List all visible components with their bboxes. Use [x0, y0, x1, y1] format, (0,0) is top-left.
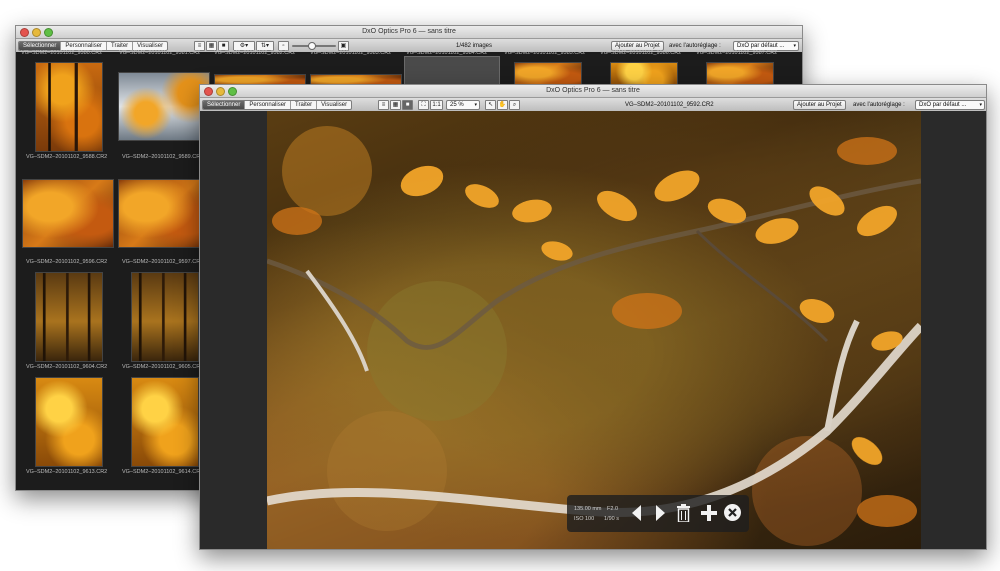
chevron-down-icon: ▾ [474, 102, 477, 108]
single-view-icon[interactable]: ■ [402, 100, 413, 110]
workflow-tabs: Sélectionner Personnaliser Traiter Visua… [202, 100, 353, 110]
autoreglage-label: avec l'autoréglage : [853, 102, 905, 108]
titlebar: DxO Optics Pro 6 — sans titre [200, 85, 986, 98]
thumbnail-size-slider[interactable] [292, 42, 336, 50]
thumbnail[interactable] [118, 72, 210, 141]
thumb-label: VG–SDM2–20101102_9589.CR2 [122, 154, 204, 160]
thumb-label: VG–SDM2–20101102_9588.CR2 [26, 154, 108, 160]
toolbar: Sélectionner Personnaliser Traiter Visua… [200, 98, 986, 112]
fit-screen-icon[interactable]: ⛶ [418, 100, 429, 110]
thumb-label: VG–SDM2–20101102_9605.CR2 [122, 364, 204, 370]
thumb-label: VG–SDM2–20101102_9586.CR2 [600, 50, 682, 56]
preview-image[interactable]: 135.00 mm F2.0 ISO 100 1/90 s [267, 111, 921, 549]
thumb-label: VG–SDM2–20101102_9587.CR2 [696, 50, 778, 56]
add-to-project-button[interactable]: Ajouter au Projet [793, 100, 846, 110]
pointer-tool-icon[interactable]: ↖ [485, 100, 496, 110]
thumbnail[interactable] [131, 377, 199, 467]
tab-traiter[interactable]: Traiter [291, 101, 318, 109]
info-overlay: 135.00 mm F2.0 ISO 100 1/90 s [567, 495, 749, 532]
tab-selectionner[interactable]: Sélectionner [203, 101, 246, 109]
thumb-label: VG–SDM2–20101102_9613.CR2 [26, 469, 108, 475]
tab-visualiser[interactable]: Visualiser [133, 42, 167, 50]
tab-selectionner[interactable]: Sélectionner [19, 42, 62, 50]
window-title: DxO Optics Pro 6 — sans titre [546, 87, 640, 94]
tab-traiter[interactable]: Traiter [107, 42, 134, 50]
chevron-down-icon: ▾ [793, 43, 796, 49]
zoom-value: 25 % [450, 102, 464, 108]
tab-personnaliser[interactable]: Personnaliser [245, 101, 292, 109]
thumb-label: VG–SDM2–20101102_9596.CR2 [26, 259, 108, 265]
thumb-label: VG–SDM2–20101102_9583.CR2 [310, 50, 392, 56]
thumbnail[interactable] [35, 272, 103, 362]
thumbnail[interactable] [35, 62, 103, 152]
tab-personnaliser[interactable]: Personnaliser [61, 42, 108, 50]
window-title: DxO Optics Pro 6 — sans titre [362, 28, 456, 35]
shutter-speed: 1/90 s [604, 516, 619, 522]
zoom-select[interactable]: 25 % ▾ [446, 100, 480, 110]
thumbnail[interactable] [22, 179, 114, 248]
grid-view-icon[interactable]: ▦ [390, 100, 401, 110]
thumb-label: VG–SDM2–20101102_9597.CR2 [122, 259, 204, 265]
thumbnail[interactable] [35, 377, 103, 467]
focal-length: 135.00 mm [574, 506, 602, 512]
thumbnail[interactable] [131, 272, 199, 362]
list-view-icon[interactable]: ≡ [378, 100, 389, 110]
zoom-tool-icon[interactable]: ⌕ [509, 100, 520, 110]
tab-visualiser[interactable]: Visualiser [317, 101, 351, 109]
image-viewer: 135.00 mm F2.0 ISO 100 1/90 s [200, 111, 986, 549]
slider-knob[interactable] [308, 42, 316, 50]
thumb-label: VG–SDM2–20101102_9604.CR2 [26, 364, 108, 370]
chevron-down-icon: ▾ [979, 102, 982, 108]
thumb-label: VG–SDM2–20101102_9581.CR2 [119, 50, 201, 56]
current-filename: VG–SDM2–20101102_9592.CR2 [625, 102, 714, 108]
thumb-label: VG–SDM2–20101102_9580.CR2 [21, 50, 103, 56]
preset-value: DxO par défaut ... [737, 43, 785, 49]
thumb-label: VG–SDM2–20101102_9582.CR2 [214, 50, 296, 56]
preset-select[interactable]: DxO par défaut ... ▾ [915, 100, 985, 110]
thumb-label: VG–SDM2–20101102_9614.CR2 [122, 469, 204, 475]
preset-value: DxO par défaut ... [919, 102, 967, 108]
zoom-1to1-button[interactable]: 1:1 [430, 100, 443, 110]
thumb-label: VG–SDM2–20101102_9585.CR2 [504, 50, 586, 56]
titlebar: DxO Optics Pro 6 — sans titre [16, 26, 802, 39]
hand-tool-icon[interactable]: ✋ [497, 100, 508, 110]
autumn-branch-illustration [267, 126, 921, 546]
thumbnail[interactable] [118, 179, 210, 248]
iso: ISO 100 [574, 516, 595, 522]
viewer-window: DxO Optics Pro 6 — sans titre Sélectionn… [199, 84, 987, 550]
aperture: F2.0 [607, 506, 619, 512]
